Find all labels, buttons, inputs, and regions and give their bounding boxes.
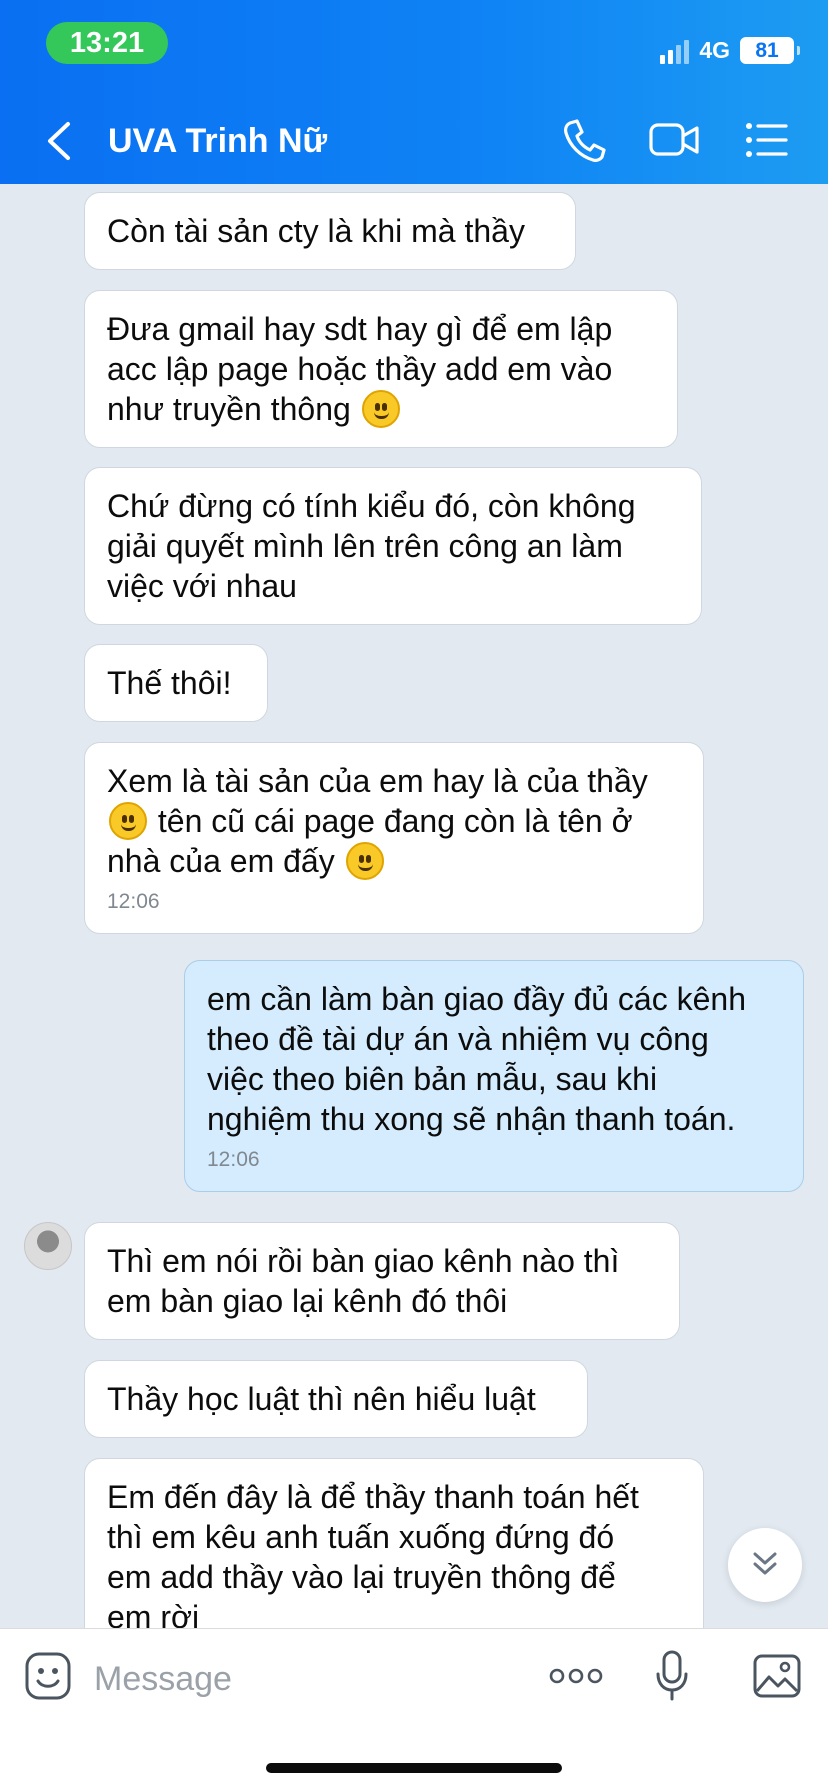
battery-icon: 81 [740,36,800,64]
message-text: việc với nhau [107,568,297,604]
chevron-left-icon[interactable] [40,118,80,164]
message-input[interactable] [94,1655,514,1703]
message-bubble[interactable]: Chứ đừng có tính kiểu đó, còn không giải… [84,467,702,625]
message-text: Đưa gmail hay sdt hay gì để em lập [107,311,613,347]
avatar[interactable] [24,1222,72,1270]
message-composer [0,1628,828,1792]
message-text: việc theo biên bản mẫu, sau khi [207,1061,658,1097]
scroll-to-bottom-button[interactable] [728,1528,802,1602]
status-time: 13:21 [46,22,168,64]
message-text: Xem là tài sản của em hay là của thầy [107,763,648,799]
message-text: như truyền thông [107,391,351,427]
message-bubble[interactable]: Đưa gmail hay sdt hay gì để em lập acc l… [84,290,678,448]
image-gallery-icon[interactable] [752,1653,802,1699]
chat-title[interactable]: UVA Trinh Nữ [108,118,327,164]
message-timestamp: 12:06 [207,1148,260,1171]
message-text: em add thầy vào lại truyền thông để [107,1559,616,1595]
smiley-emoji-icon [109,802,147,840]
message-text: Em đến đây là để thầy thanh toán hết [107,1479,639,1515]
signal-icon [660,36,690,64]
message-text: em cần làm bàn giao đầy đủ các kênh [207,981,746,1017]
outgoing-message-bubble[interactable]: em cần làm bàn giao đầy đủ các kênh theo… [184,960,804,1192]
message-text: Thế thôi! [107,665,232,701]
message-bubble[interactable]: Xem là tài sản của em hay là của thầy tê… [84,742,704,934]
message-text: giải quyết mình lên trên công an làm [107,528,623,564]
microphone-icon[interactable] [654,1649,690,1703]
message-timestamp: 12:06 [107,890,160,913]
sticker-smiley-icon[interactable] [24,1651,72,1701]
message-bubble[interactable]: Thầy học luật thì nên hiểu luật [84,1360,588,1438]
message-text: em bàn giao lại kênh đó thôi [107,1283,508,1319]
message-text: tên cũ cái page đang còn là tên ở [157,803,633,839]
phone-icon[interactable] [560,114,606,166]
message-text: theo đề tài dự án và nhiệm vụ công [207,1021,709,1057]
message-text: Thì em nói rồi bàn giao kênh nào thì [107,1243,620,1279]
network-type: 4G [699,36,730,63]
status-indicators: 4G 81 [660,30,800,70]
message-text: Còn tài sản cty là khi mà thầy [107,213,525,249]
home-indicator [266,1763,562,1773]
video-camera-icon[interactable] [648,114,700,166]
message-text: Thầy học luật thì nên hiểu luật [107,1381,536,1417]
message-text: nhà của em đấy [107,843,335,879]
message-bubble[interactable]: Còn tài sản cty là khi mà thầy [84,192,576,270]
more-dots-icon[interactable] [548,1665,604,1687]
double-chevron-down-icon [753,1552,777,1575]
message-bubble[interactable]: Thì em nói rồi bàn giao kênh nào thì em … [84,1222,680,1340]
message-text: acc lập page hoặc thầy add em vào [107,351,613,387]
chat-header: 13:21 4G 81 UVA Trinh Nữ [0,0,828,184]
message-text: Chứ đừng có tính kiểu đó, còn không [107,488,636,524]
smiley-emoji-icon [361,390,400,428]
smiley-emoji-icon [345,842,384,880]
list-menu-icon[interactable] [744,114,790,166]
message-text: thì em kêu anh tuấn xuống đứng đó [107,1519,615,1555]
message-bubble[interactable]: Thế thôi! [84,644,268,722]
message-text: nghiệm thu xong sẽ nhận thanh toán. [207,1101,736,1137]
